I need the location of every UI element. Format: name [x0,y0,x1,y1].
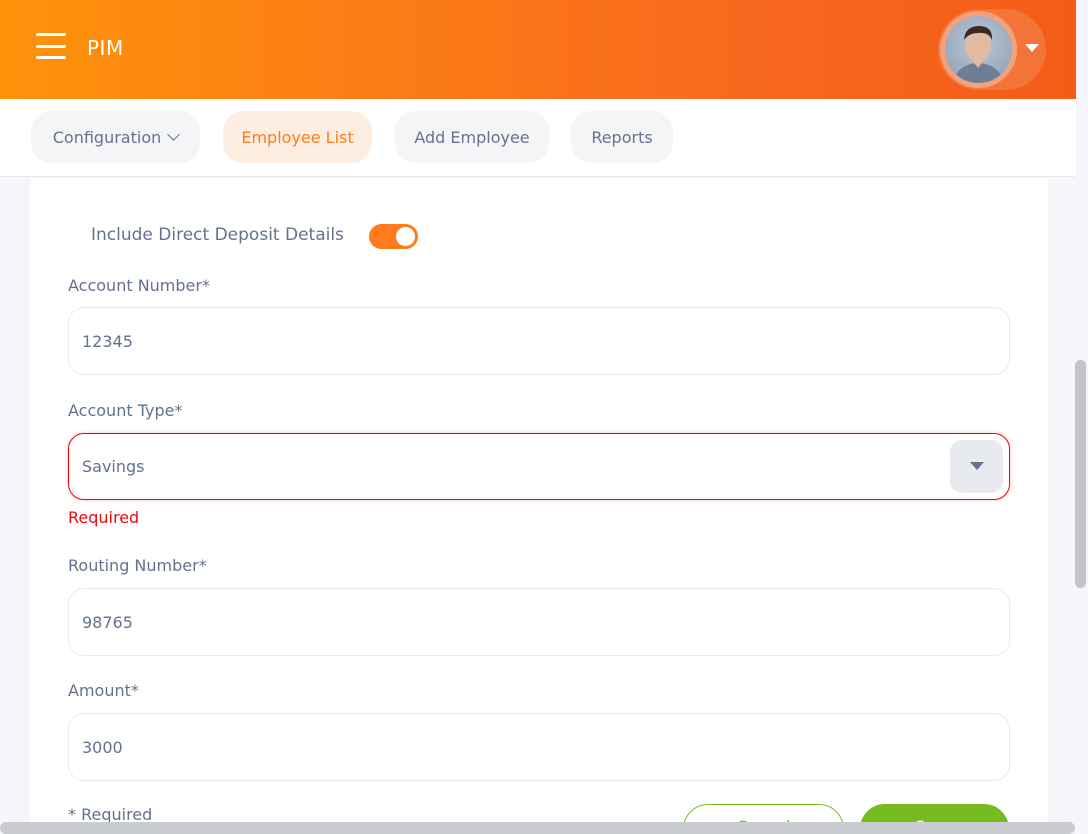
routing-number-label: Routing Number* [68,556,207,575]
avatar[interactable] [940,11,1017,88]
tab-add-employee[interactable]: Add Employee [395,111,549,163]
account-number-input[interactable] [68,307,1010,375]
tab-bar: Configuration Employee List Add Employee… [0,99,1076,177]
hamburger-menu-icon[interactable] [36,33,66,59]
tab-label: Add Employee [414,127,530,147]
routing-number-input[interactable] [68,588,1010,656]
dropdown-toggle-button[interactable] [950,440,1003,493]
tab-label: Configuration [52,127,162,147]
tab-reports[interactable]: Reports [571,111,673,163]
amount-label: Amount* [68,681,139,700]
toggle-knob [396,227,415,246]
module-title: PIM [87,36,124,60]
caret-down-icon [970,462,984,470]
account-type-select[interactable]: Savings [68,433,1010,500]
top-bar: PIM [0,0,1076,99]
tab-label: Reports [591,127,653,147]
tab-label: Employee List [241,127,354,147]
chevron-down-icon [167,128,181,141]
direct-deposit-toggle[interactable] [369,224,418,249]
account-type-error: Required [68,508,140,527]
account-type-label: Account Type* [68,401,183,420]
direct-deposit-form: Include Direct Deposit Details Account N… [30,178,1048,834]
account-type-value: Savings [82,457,145,476]
user-photo-icon [953,26,1004,83]
user-menu-button[interactable] [938,9,1046,90]
amount-input[interactable] [68,713,1010,781]
vertical-scrollbar-thumb[interactable] [1075,360,1086,588]
tab-configuration[interactable]: Configuration [31,111,200,163]
direct-deposit-toggle-label: Include Direct Deposit Details [91,225,344,245]
tab-employee-list[interactable]: Employee List [223,111,372,163]
horizontal-scrollbar-thumb[interactable] [0,822,1075,834]
caret-down-icon[interactable] [1025,44,1039,52]
account-number-label: Account Number* [68,276,210,295]
